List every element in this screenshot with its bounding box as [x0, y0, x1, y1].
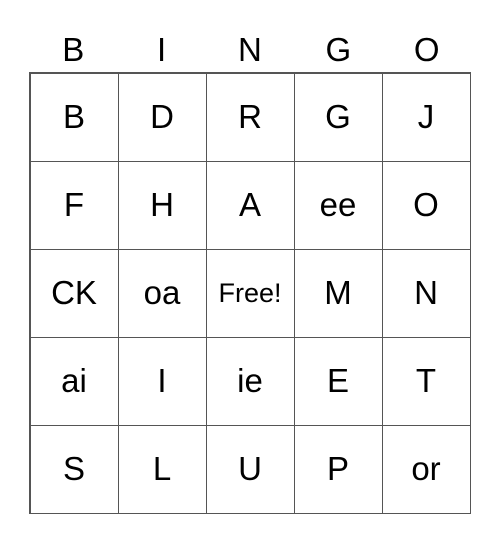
bingo-cell: J — [381, 72, 471, 162]
header-letter-g: G — [325, 31, 352, 68]
bingo-cell: G — [293, 72, 383, 162]
header-letter-n: N — [238, 31, 262, 68]
bingo-cell: P — [293, 424, 383, 514]
header-letter-o: O — [413, 31, 440, 68]
bingo-cell: I — [117, 336, 207, 426]
bingo-cell: S — [29, 424, 119, 514]
bingo-cell: R — [205, 72, 295, 162]
bingo-card-grid: B D R G J F H A ee O CK oa Free! M N ai … — [29, 72, 471, 514]
free-space-cell: Free! — [205, 248, 295, 338]
bingo-header: B I N G O — [29, 28, 471, 72]
bingo-cell: O — [381, 160, 471, 250]
bingo-cell: ee — [293, 160, 383, 250]
header-letter-i: I — [157, 31, 167, 68]
bingo-cell: M — [293, 248, 383, 338]
bingo-cell: B — [29, 72, 119, 162]
bingo-cell: F — [29, 160, 119, 250]
bingo-cell: U — [205, 424, 295, 514]
bingo-cell: N — [381, 248, 471, 338]
bingo-cell: A — [205, 160, 295, 250]
bingo-cell: T — [381, 336, 471, 426]
bingo-cell: D — [117, 72, 207, 162]
bingo-cell: E — [293, 336, 383, 426]
bingo-cell: CK — [29, 248, 119, 338]
bingo-cell: oa — [117, 248, 207, 338]
bingo-cell: L — [117, 424, 207, 514]
bingo-cell: or — [381, 424, 471, 514]
header-letter-b: B — [62, 31, 85, 68]
bingo-cell: H — [117, 160, 207, 250]
bingo-cell: ie — [205, 336, 295, 426]
bingo-cell: ai — [29, 336, 119, 426]
